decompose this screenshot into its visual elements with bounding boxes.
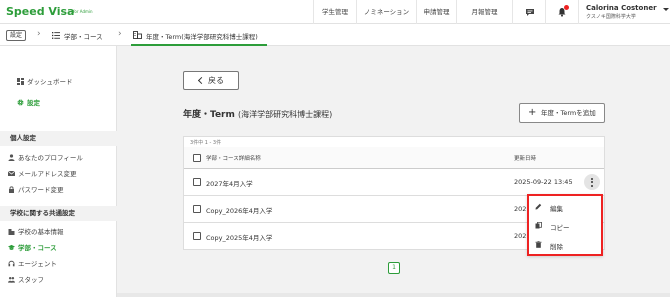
message-button[interactable]: [512, 0, 545, 24]
horizontal-scrollbar[interactable]: [117, 293, 670, 297]
lock-icon: [9, 186, 14, 193]
kebab-icon: [591, 177, 593, 180]
personal-settings-section: 個人設定: [0, 131, 117, 146]
sidebar-item-label: エージェント: [18, 260, 57, 268]
more-options-button[interactable]: [584, 174, 600, 190]
row-checkbox[interactable]: [193, 178, 201, 186]
add-term-label: 年度・Termを追加: [541, 109, 596, 117]
row-name: Copy_2025年4月入学: [206, 234, 273, 242]
column-header-updated: 更新日時: [514, 156, 537, 162]
brand-logo[interactable]: Speed Visa: [6, 5, 74, 18]
pencil-icon: [535, 203, 542, 210]
page-title-sub: (海洋学部研究科博士課程): [238, 110, 333, 119]
chevron-right-icon: ›: [118, 29, 122, 39]
brand-subtitle: for Admin: [73, 9, 93, 14]
pagination-page-1[interactable]: 1: [388, 262, 400, 274]
table-row[interactable]: 2027年4月入学 2025-09-22 13:45: [184, 169, 604, 196]
breadcrumb-settings[interactable]: 設定: [6, 30, 27, 41]
chevron-right-icon: ›: [37, 29, 41, 39]
school-settings-section: 学校に関する共通設定: [0, 206, 117, 221]
chevron-down-icon: [663, 8, 669, 11]
plus-icon: +: [528, 107, 537, 118]
sidebar-item-label: 学校の基本情報: [18, 228, 64, 236]
building-icon: [8, 229, 15, 235]
page-title-main: 年度・Term: [183, 110, 235, 120]
select-all-checkbox[interactable]: [193, 154, 201, 162]
trash-icon: [535, 241, 542, 248]
user-organization: クスノキ国際科学大学: [586, 14, 636, 20]
column-header-name: 学部・コース詳細名称: [206, 156, 261, 162]
sidebar-item-label: メールアドレス変更: [18, 170, 77, 178]
row-updated: 202: [514, 205, 527, 213]
row-checkbox[interactable]: [193, 232, 201, 240]
sidebar-item-label: パスワード変更: [18, 186, 64, 194]
menu-item-delete[interactable]: 削除: [529, 236, 601, 254]
sidebar-item-email-change[interactable]: メールアドレス変更: [8, 168, 77, 178]
people-icon: [8, 276, 15, 283]
sidebar: ダッシュボード 設定 個人設定 あなたのプロフィール メールアドレス変更 パスワ…: [0, 46, 117, 297]
dashboard-icon: [17, 78, 24, 85]
nav-application-management[interactable]: 申請管理: [416, 0, 456, 24]
row-name: 2027年4月入学: [206, 180, 253, 188]
sidebar-item-label: 設定: [27, 99, 40, 107]
row-updated: 202: [514, 232, 527, 240]
notification-button[interactable]: [545, 0, 578, 24]
sidebar-item-label: スタッフ: [18, 276, 44, 284]
add-term-button[interactable]: + 年度・Termを追加: [519, 103, 605, 123]
chevron-left-icon: [197, 76, 206, 85]
breadcrumb-faculty-course[interactable]: 学部・コース: [64, 31, 103, 41]
sidebar-item-settings[interactable]: 設定: [17, 97, 40, 107]
menu-item-label: 編集: [550, 205, 563, 213]
copy-icon: [535, 222, 542, 229]
sidebar-item-school-info[interactable]: 学校の基本情報: [8, 226, 64, 236]
sidebar-item-staff[interactable]: スタッフ: [8, 274, 44, 284]
back-button-label: 戻る: [208, 76, 224, 85]
message-icon: [526, 9, 534, 16]
menu-item-copy[interactable]: コピー: [529, 217, 601, 235]
notification-badge: [564, 5, 569, 10]
back-button[interactable]: 戻る: [183, 71, 239, 90]
menu-item-label: コピー: [550, 224, 570, 232]
sidebar-item-agent[interactable]: エージェント: [8, 258, 57, 268]
list-icon: [52, 32, 60, 39]
sidebar-item-label: あなたのプロフィール: [18, 154, 83, 162]
breadcrumb-active-indicator: [131, 44, 267, 46]
row-name: Copy_2026年4月入学: [206, 207, 273, 215]
sidebar-item-password-change[interactable]: パスワード変更: [8, 184, 64, 194]
nav-nomination[interactable]: ノミネーション: [356, 0, 416, 24]
menu-item-label: 削除: [550, 243, 563, 251]
gear-icon: [17, 99, 24, 106]
kebab-icon: [591, 184, 593, 187]
person-icon: [8, 154, 15, 161]
record-count: 3件中 1 - 3件: [190, 140, 222, 146]
kebab-icon: [591, 181, 593, 183]
building-icon: [133, 31, 142, 39]
headset-icon: [8, 260, 15, 267]
sidebar-item-dashboard[interactable]: ダッシュボード: [17, 76, 73, 86]
mail-icon: [8, 170, 15, 176]
graduation-cap-icon: [8, 244, 15, 250]
breadcrumb-year-term[interactable]: 年度・Term(海洋学部研究科博士課程): [146, 31, 258, 41]
sidebar-item-label: 学部・コース: [18, 244, 57, 252]
top-header: Speed Visa for Admin 学生管理 ノミネーション 申請管理 月…: [0, 0, 670, 24]
user-name: Calorina Costoner: [586, 4, 657, 12]
row-context-menu: 編集 コピー 削除: [527, 194, 603, 256]
breadcrumb: 設定 › 学部・コース › 年度・Term(海洋学部研究科博士課程): [0, 24, 670, 46]
row-updated: 2025-09-22 13:45: [514, 178, 573, 186]
nav-monthly-report[interactable]: 月報管理: [456, 0, 512, 24]
user-menu[interactable]: Calorina Costoner クスノキ国際科学大学: [578, 0, 670, 24]
sidebar-item-profile[interactable]: あなたのプロフィール: [8, 152, 83, 162]
page-title: 年度・Term (海洋学部研究科博士課程): [183, 107, 332, 120]
nav-student-management[interactable]: 学生管理: [313, 0, 356, 24]
menu-item-edit[interactable]: 編集: [529, 198, 601, 216]
row-checkbox[interactable]: [193, 205, 201, 213]
sidebar-item-faculty-course[interactable]: 学部・コース: [8, 242, 57, 252]
table-header: 学部・コース詳細名称 更新日時: [184, 147, 604, 169]
sidebar-item-label: ダッシュボード: [27, 78, 73, 86]
